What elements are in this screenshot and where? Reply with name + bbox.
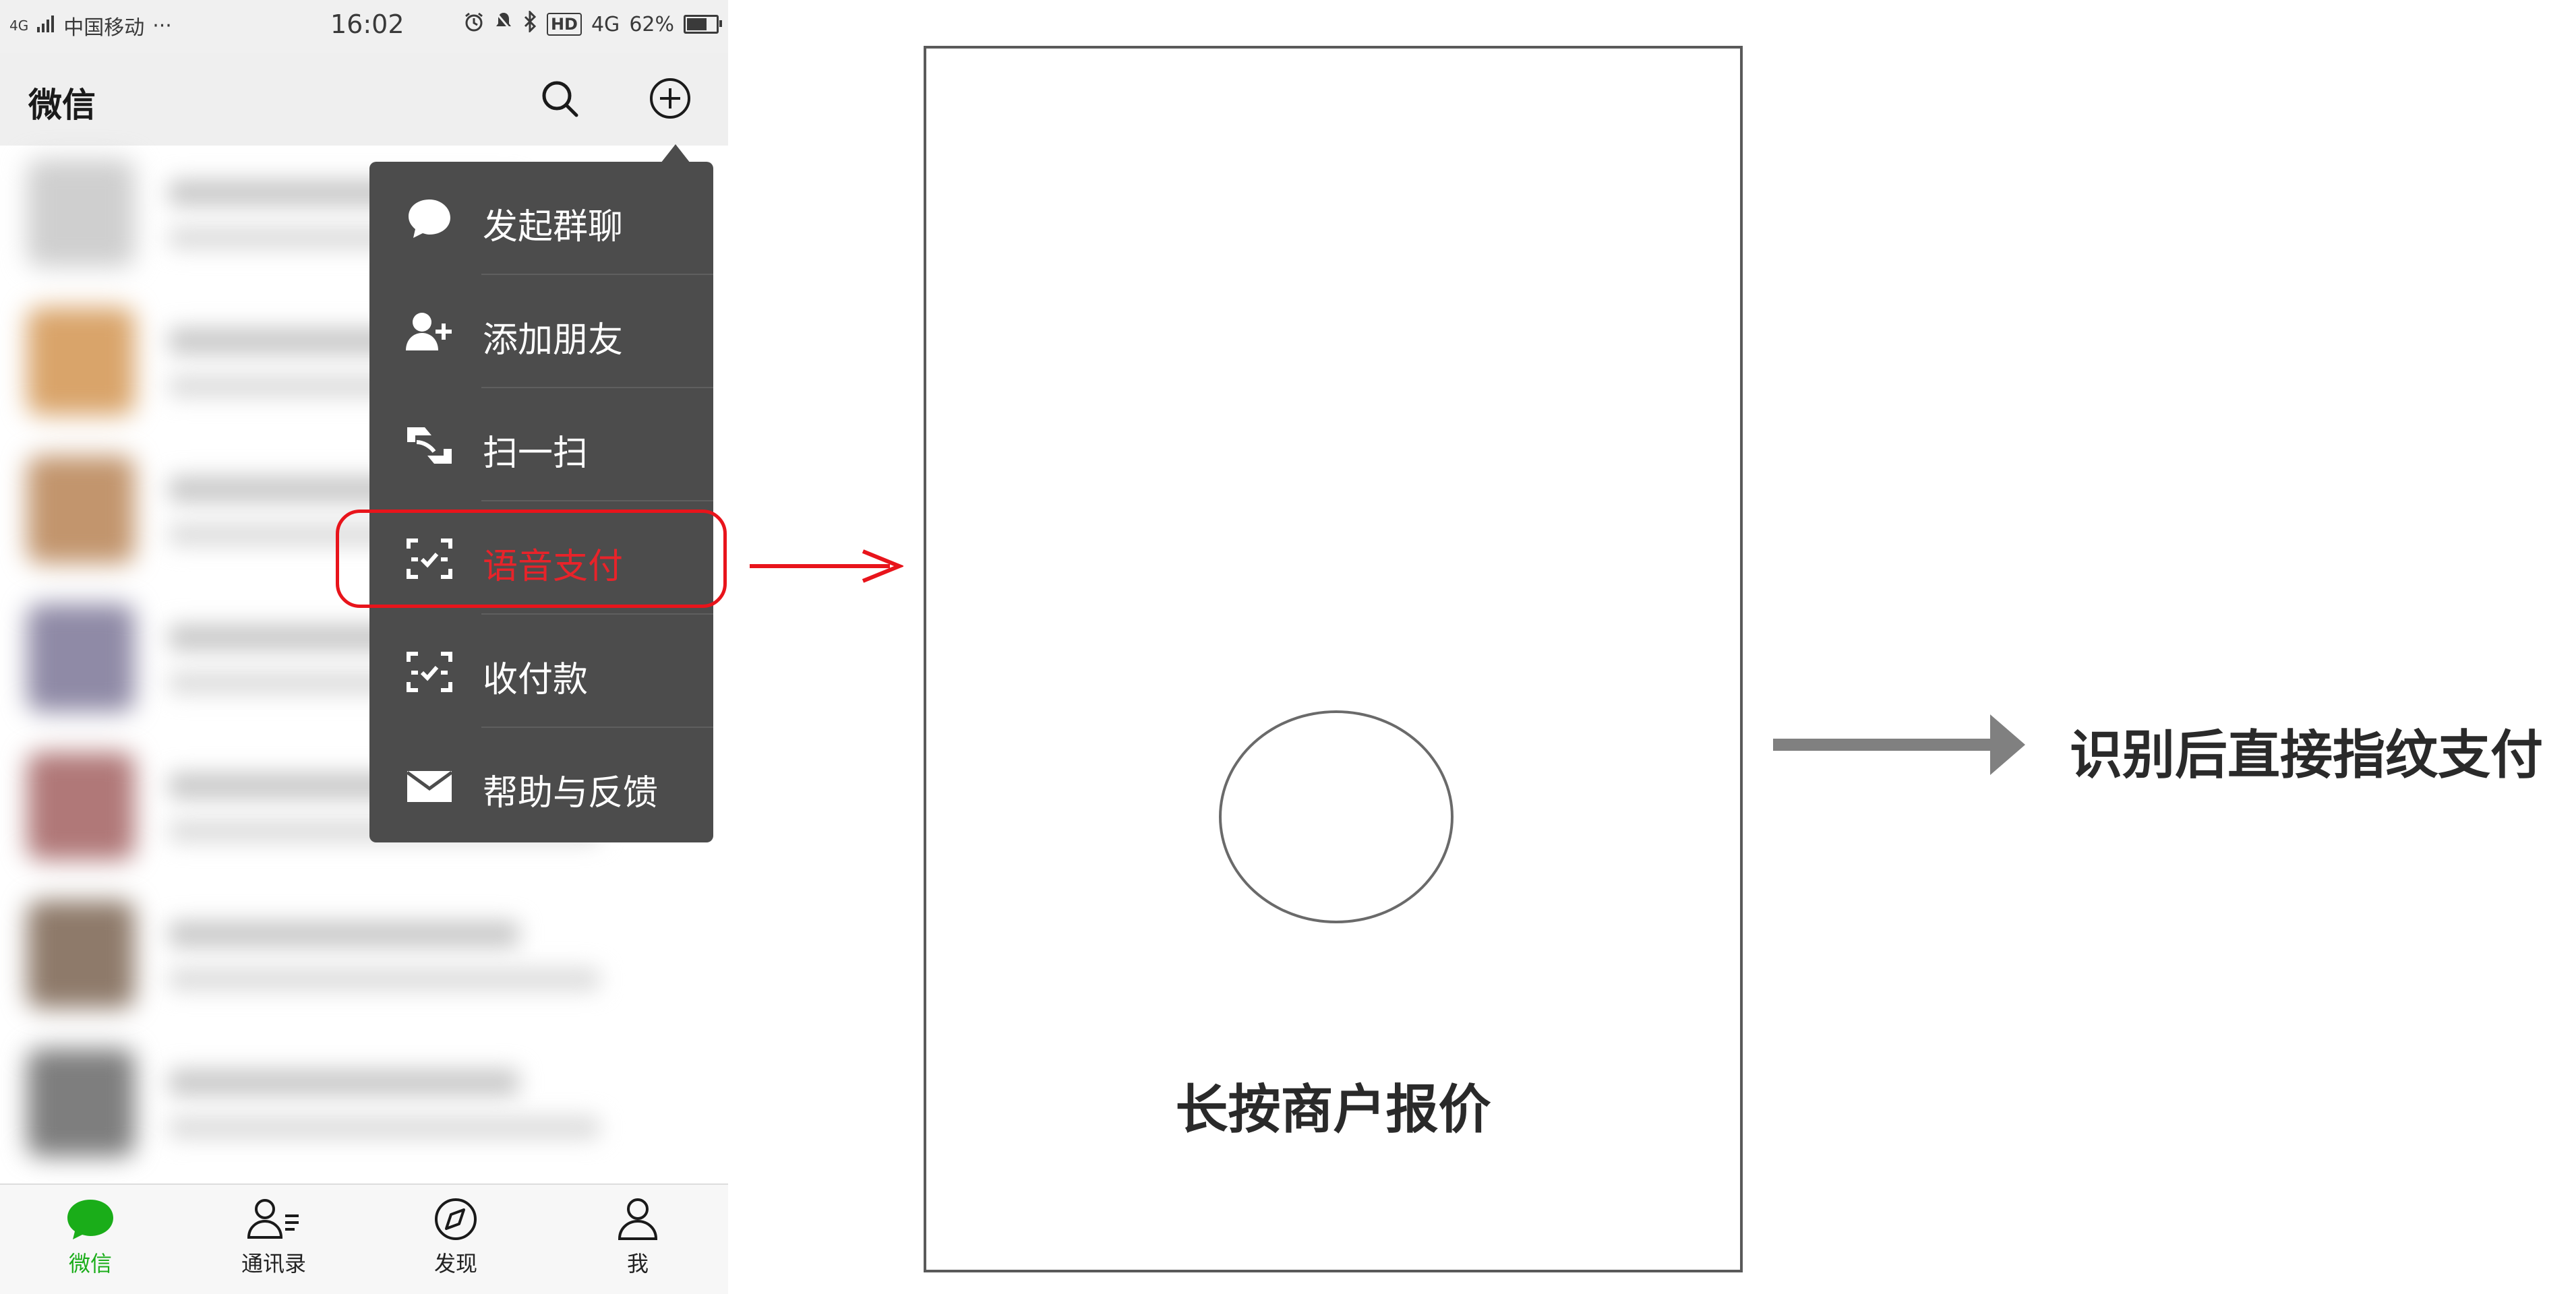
signal-label: 4G	[9, 18, 29, 34]
battery-icon	[684, 15, 722, 34]
chat-bubble-icon	[409, 199, 450, 238]
avatar	[27, 307, 135, 415]
menu-item-add-friend[interactable]: 添加朋友	[369, 275, 713, 388]
list-item-title	[169, 921, 519, 948]
menu-item-label: 发起群聊	[483, 207, 624, 247]
status-bar: 4G 中国移动 ··· 16:02 HD 4G 62%	[0, 0, 728, 53]
battery-percent: 62%	[629, 12, 674, 36]
menu-item-label: 帮助与反馈	[483, 773, 659, 813]
network-type: 4G	[591, 12, 620, 36]
menu-item-help-feedback[interactable]: 帮助与反馈	[369, 728, 713, 841]
status-left: 4G 中国移动 ···	[9, 11, 172, 40]
tab-label: 我	[626, 1251, 649, 1276]
avatar	[27, 159, 135, 267]
search-button[interactable]	[533, 71, 587, 125]
battery-fill	[687, 18, 707, 30]
result-text: 识别后直接指纹支付	[2070, 725, 2544, 786]
tab-label: 通讯录	[241, 1251, 306, 1276]
tab-chats[interactable]: 微信	[30, 1197, 151, 1291]
carrier-name: 中国移动	[63, 16, 145, 40]
menu-item-receive-pay[interactable]: 收付款	[369, 615, 713, 728]
mail-icon	[406, 770, 453, 802]
list-item-preview	[169, 1116, 600, 1139]
list-item-title	[169, 1069, 519, 1096]
add-button[interactable]	[643, 71, 697, 125]
gray-arrow	[1773, 714, 2025, 775]
contacts-icon	[247, 1199, 299, 1239]
red-arrow	[750, 549, 903, 583]
search-icon	[542, 81, 578, 117]
tab-discover[interactable]: 发现	[395, 1197, 516, 1291]
menu-item-scan[interactable]: 扫一扫	[369, 388, 713, 501]
menu-item-group-chat[interactable]: 发起群聊	[369, 162, 713, 275]
list-item[interactable]	[0, 1035, 728, 1183]
scan-icon	[407, 427, 452, 464]
hd-badge: HD	[546, 13, 582, 36]
tab-label: 发现	[433, 1251, 477, 1276]
status-more: ···	[152, 13, 172, 38]
add-friend-icon	[406, 313, 452, 350]
avatar	[27, 1049, 135, 1157]
chat-bubble-icon	[67, 1200, 113, 1239]
signal-icon	[36, 14, 55, 38]
compass-icon	[435, 1198, 477, 1240]
page-title: 微信	[28, 86, 96, 125]
avatar	[27, 900, 135, 1008]
profile-icon	[618, 1198, 658, 1240]
list-item-preview	[169, 968, 600, 991]
alarm-icon	[463, 11, 485, 38]
status-time: 16:02	[330, 9, 405, 39]
tab-label: 微信	[68, 1251, 112, 1276]
press-button[interactable]	[1219, 710, 1454, 923]
highlight-box	[336, 510, 727, 608]
wireframe-caption: 长按商户报价	[1175, 1080, 1491, 1140]
popup-menu: 发起群聊 添加朋友 扫一扫 语音支付 收付款 帮助与反馈	[369, 162, 713, 842]
menu-item-label: 扫一扫	[483, 433, 589, 474]
app-bar: 微信	[0, 53, 728, 146]
list-item[interactable]	[0, 887, 728, 1035]
avatar	[27, 456, 135, 563]
menu-item-label: 收付款	[483, 660, 589, 700]
bluetooth-icon	[522, 9, 537, 38]
status-right: HD 4G 62%	[463, 9, 722, 38]
pay-scan-icon	[407, 652, 452, 692]
menu-item-label: 添加朋友	[483, 320, 624, 361]
popup-arrow	[661, 144, 690, 163]
phone-screen: 4G 中国移动 ··· 16:02 HD 4G 62% 微信 微信 通讯录 发现…	[0, 0, 728, 1294]
avatar	[27, 604, 135, 712]
tab-bar: 微信 通讯录 发现 我	[0, 1183, 728, 1294]
tab-contacts[interactable]: 通讯录	[213, 1197, 334, 1291]
plus-circle-icon	[650, 78, 690, 119]
mute-icon	[494, 11, 513, 38]
avatar	[27, 752, 135, 860]
tab-me[interactable]: 我	[577, 1197, 698, 1291]
